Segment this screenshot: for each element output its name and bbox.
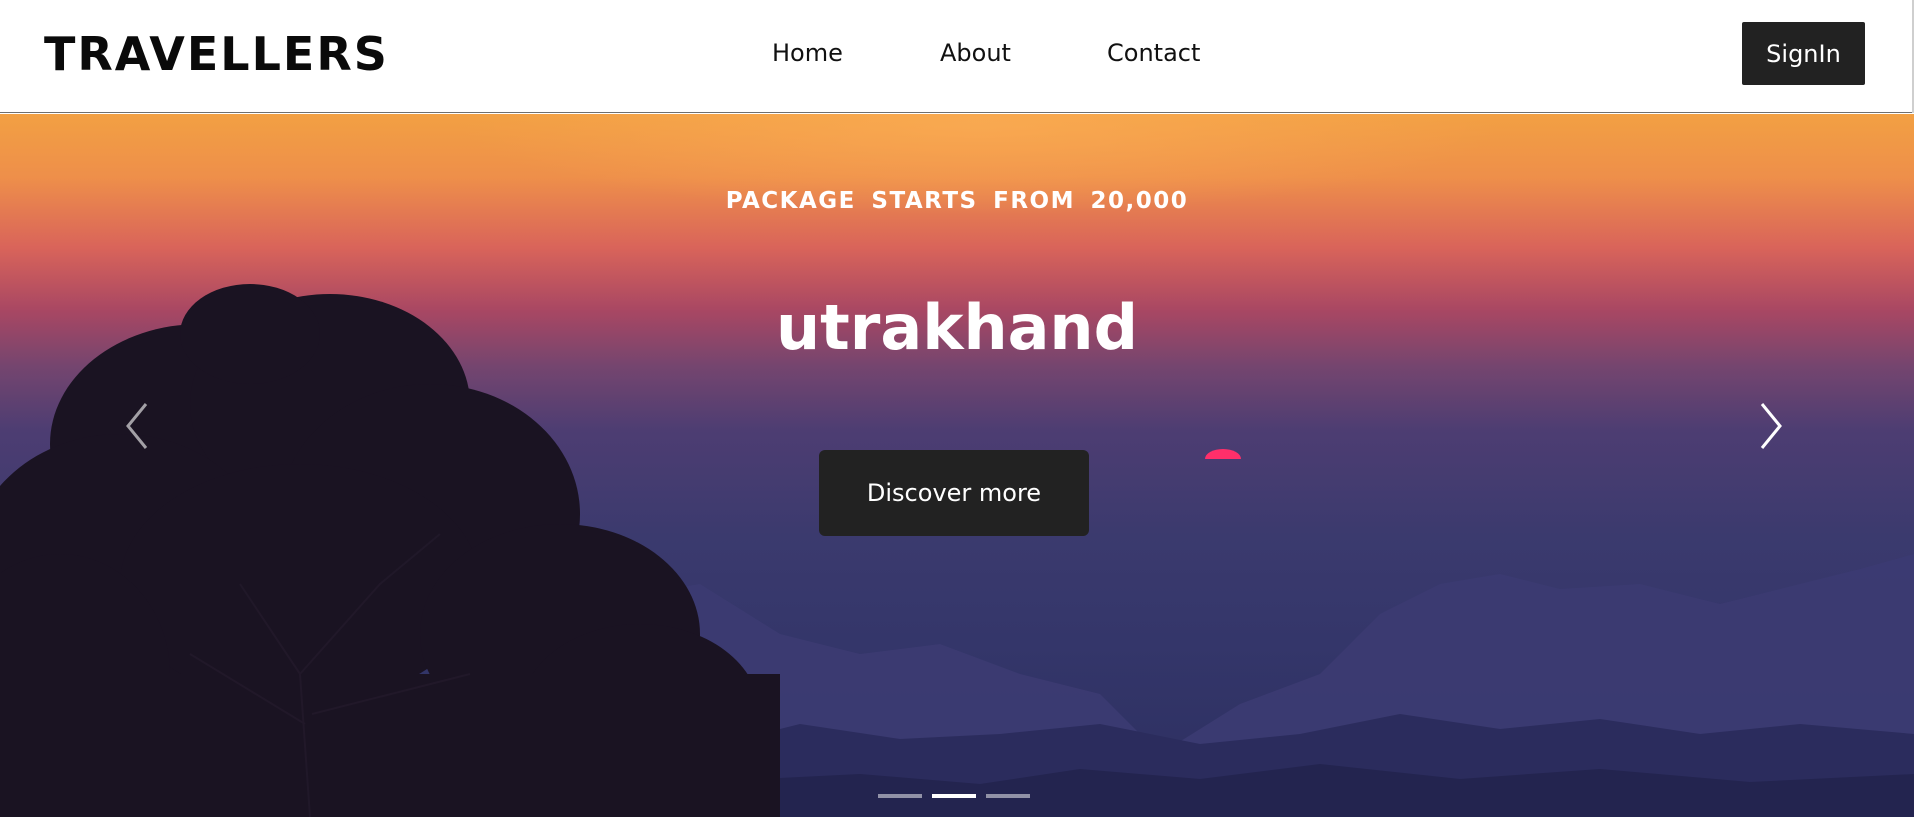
hero-subtitle: PACKAGE STARTS FROM 20,000 [725,188,1189,214]
nav-link-contact[interactable]: Contact [1107,36,1200,70]
carousel-indicator-1[interactable] [878,794,922,798]
navbar: TRAVELLERS Home About Contact SignIn [0,0,1914,113]
carousel-indicator-3[interactable] [986,794,1030,798]
signin-button[interactable]: SignIn [1742,22,1865,85]
chevron-left-icon [126,403,148,449]
chevron-right-icon [1760,403,1782,449]
nav-link-about[interactable]: About [940,36,1011,70]
carousel-next-button[interactable] [1750,396,1790,456]
discover-more-button[interactable]: Discover more [819,450,1089,536]
hero-title: utrakhand [776,291,1138,364]
carousel-indicator-2[interactable] [932,794,976,798]
carousel-prev-button[interactable] [118,396,158,456]
nav-link-home[interactable]: Home [772,36,843,70]
brand-logo[interactable]: TRAVELLERS [44,26,389,82]
hero-carousel: PACKAGE STARTS FROM 20,000 utrakhand Dis… [0,114,1914,817]
